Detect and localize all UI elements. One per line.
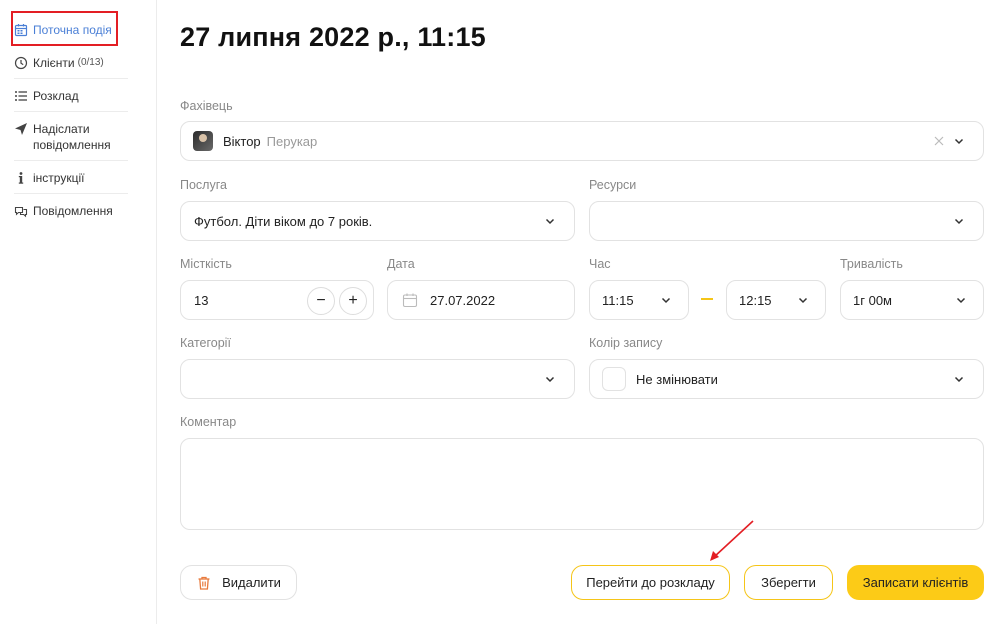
send-icon bbox=[14, 122, 28, 136]
info-icon bbox=[14, 171, 28, 185]
list-icon bbox=[14, 89, 28, 103]
time-start-select[interactable]: 11:15 bbox=[589, 280, 689, 320]
categories-label: Категорії bbox=[180, 336, 231, 350]
chat-icon bbox=[14, 204, 28, 218]
sidebar-item-schedule[interactable]: Розклад bbox=[14, 88, 128, 104]
chevron-down-icon bbox=[953, 215, 965, 227]
sidebar-item-clients[interactable]: Клієнти (0/13) bbox=[14, 55, 128, 71]
record-color-select[interactable]: Не змінювати bbox=[589, 359, 984, 399]
sidebar-item-label: Надіслати повідомлення bbox=[33, 122, 111, 152]
duration-value: 1г 00м bbox=[853, 292, 892, 308]
goto-schedule-button[interactable]: Перейти до розкладу bbox=[571, 565, 730, 600]
comment-label: Коментар bbox=[180, 415, 237, 429]
clock-icon bbox=[14, 56, 28, 70]
sidebar-item-current-event[interactable]: Поточна подія bbox=[14, 22, 128, 38]
delete-button[interactable]: Видалити bbox=[180, 565, 297, 600]
categories-select[interactable] bbox=[180, 359, 575, 399]
chevron-down-icon bbox=[660, 294, 672, 306]
specialist-select[interactable]: Віктор Перукар bbox=[180, 121, 984, 161]
color-swatch bbox=[602, 367, 626, 391]
chevron-down-icon bbox=[797, 294, 809, 306]
date-value: 27.07.2022 bbox=[430, 292, 496, 308]
time-end-value: 12:15 bbox=[739, 292, 772, 308]
chevron-down-icon bbox=[953, 373, 965, 385]
service-value: Футбол. Діти віком до 7 років. bbox=[194, 213, 373, 229]
book-clients-button[interactable]: Записати клієнтів bbox=[847, 565, 984, 600]
chevron-down-icon[interactable] bbox=[953, 135, 965, 147]
time-range-dash bbox=[701, 298, 713, 300]
record-color-value: Не змінювати bbox=[636, 371, 718, 387]
date-input[interactable]: 27.07.2022 bbox=[387, 280, 575, 320]
time-start-value: 11:15 bbox=[602, 292, 634, 308]
calendar-icon bbox=[14, 23, 28, 37]
duration-select[interactable]: 1г 00м bbox=[840, 280, 984, 320]
sidebar-item-label: Клієнти bbox=[33, 56, 75, 70]
avatar bbox=[193, 131, 213, 151]
chevron-down-icon bbox=[544, 373, 556, 385]
clear-icon[interactable] bbox=[933, 135, 945, 147]
annotation-arrow-icon bbox=[710, 520, 754, 561]
chevron-down-icon bbox=[544, 215, 556, 227]
capacity-stepper[interactable]: 13 − + bbox=[180, 280, 374, 320]
divider bbox=[14, 193, 128, 194]
clients-count: (0/13) bbox=[77, 57, 104, 68]
specialist-label: Фахівець bbox=[180, 99, 233, 113]
service-label: Послуга bbox=[180, 178, 227, 192]
specialist-name: Віктор bbox=[223, 133, 261, 149]
divider bbox=[14, 160, 128, 161]
sidebar-item-messages[interactable]: Повідомлення bbox=[14, 203, 128, 219]
sidebar-item-label: Розклад bbox=[33, 89, 79, 103]
capacity-value: 13 bbox=[194, 292, 209, 308]
calendar-icon bbox=[402, 292, 418, 308]
sidebar: Поточна подія Клієнти (0/13) Розклад Над… bbox=[0, 0, 157, 624]
divider bbox=[14, 111, 128, 112]
increment-button[interactable]: + bbox=[339, 287, 367, 315]
resources-select[interactable] bbox=[589, 201, 984, 241]
time-label: Час bbox=[589, 257, 611, 271]
page-title: 27 липня 2022 р., 11:15 bbox=[180, 22, 486, 52]
specialist-role: Перукар bbox=[266, 133, 318, 149]
time-end-select[interactable]: 12:15 bbox=[726, 280, 826, 320]
resources-label: Ресурси bbox=[589, 178, 637, 192]
delete-label: Видалити bbox=[222, 575, 281, 590]
trash-icon bbox=[196, 575, 212, 591]
sidebar-item-label: Поточна подія bbox=[33, 23, 112, 37]
sidebar-item-label: Повідомлення bbox=[33, 204, 113, 218]
date-label: Дата bbox=[387, 257, 415, 271]
duration-label: Тривалість bbox=[840, 257, 903, 271]
service-select[interactable]: Футбол. Діти віком до 7 років. bbox=[180, 201, 575, 241]
sidebar-item-label: інструкції bbox=[33, 171, 85, 185]
chevron-down-icon bbox=[955, 294, 967, 306]
sidebar-item-send-message[interactable]: Надіслати повідомлення bbox=[14, 121, 128, 153]
divider bbox=[14, 78, 128, 79]
decrement-button[interactable]: − bbox=[307, 287, 335, 315]
capacity-label: Місткість bbox=[180, 257, 232, 271]
sidebar-item-instructions[interactable]: інструкції bbox=[14, 170, 128, 186]
record-color-label: Колір запису bbox=[589, 336, 663, 350]
save-button[interactable]: Зберегти bbox=[744, 565, 833, 600]
comment-textarea[interactable] bbox=[180, 438, 984, 530]
